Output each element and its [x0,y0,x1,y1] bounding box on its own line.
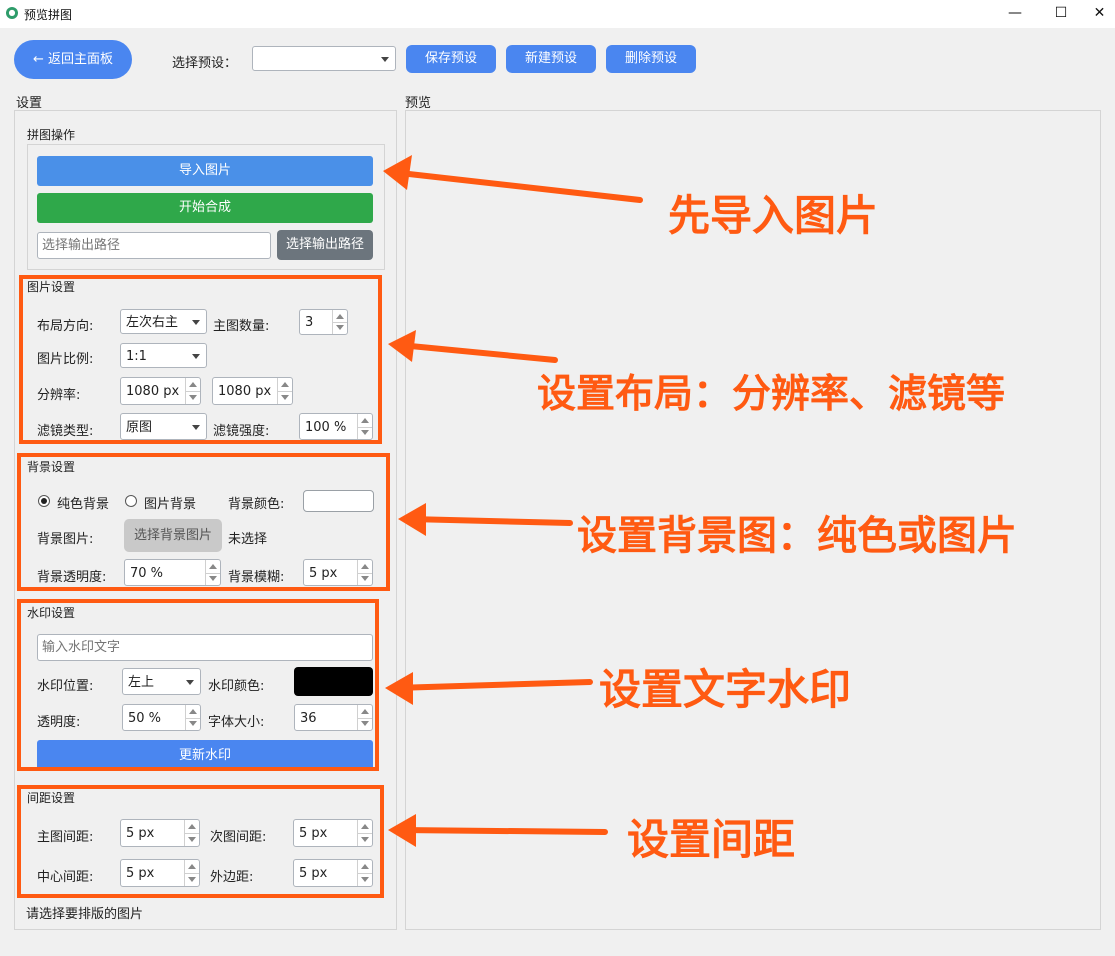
annotation-arrows [383,155,643,847]
background-arrow-line [407,516,573,526]
spacing-arrow-line [397,827,608,835]
annotation-layout: 设置布局：分辨率、滤镜等 [537,372,1006,417]
layout-arrow-line [397,342,558,363]
annotation-import: 先导入图片 [668,191,879,240]
background-arrow-head [398,503,426,536]
spacing-arrow-head [388,814,416,847]
layout-arrow-head [388,330,416,362]
annotation-background: 设置背景图：纯色或图片 [577,513,1017,559]
watermark-arrow-head [385,672,413,705]
import-arrow-head [383,155,412,190]
import-arrow-line [397,170,643,203]
watermark-arrow-line [392,679,593,691]
annotation-watermark: 设置文字水印 [599,665,852,714]
annotation-spacing: 设置间距 [627,815,796,864]
